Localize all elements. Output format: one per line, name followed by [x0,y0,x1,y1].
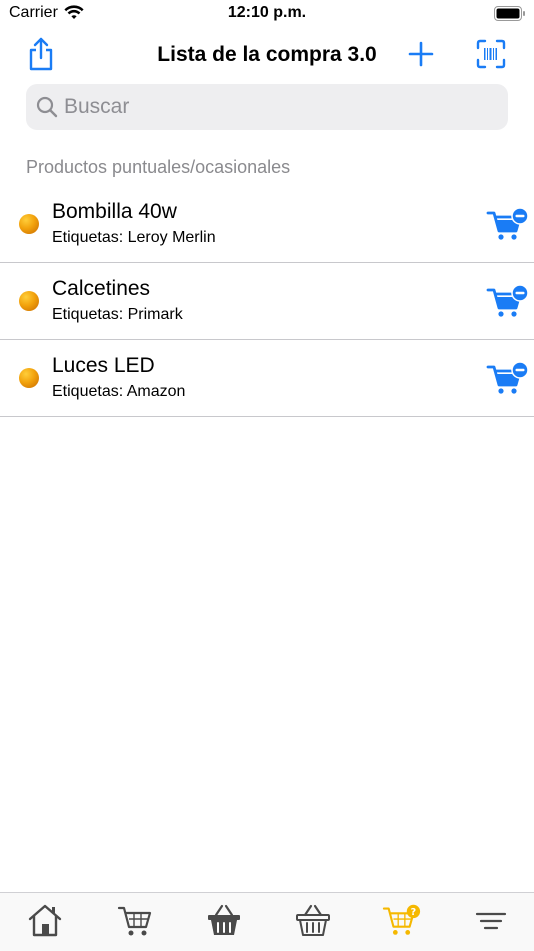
search-input[interactable] [64,84,494,130]
section-header: Productos puntuales/ocasionales [26,157,291,177]
tab-home[interactable] [25,903,65,939]
remove-from-cart-button[interactable] [486,283,530,319]
item-tags: Etiquetas: Primark [52,306,183,323]
list-item[interactable]: Bombilla 40w Etiquetas: Leroy Merlin [0,186,534,263]
status-dot-icon [19,291,39,311]
battery-icon [494,6,526,26]
barcode-scan-button[interactable] [471,34,511,74]
page-title: Lista de la compra 3.0 [157,43,377,66]
status-dot-icon [19,214,39,234]
barcode-scanner-icon [476,39,506,69]
svg-text:?: ? [411,907,417,918]
tab-basket-outline[interactable] [293,903,333,939]
status-time: 12:10 p.m. [227,4,307,21]
basket-outline-icon [296,904,330,936]
remove-from-cart-button[interactable] [486,360,530,396]
cart-icon [117,906,152,936]
menu-icon [475,912,507,930]
status-dot-icon [19,368,39,388]
list-item[interactable]: Luces LED Etiquetas: Amazon [0,340,534,417]
tab-cart[interactable] [115,903,155,939]
cart-remove-icon [486,284,529,317]
tab-basket[interactable] [204,903,244,939]
item-title: Calcetines [52,277,151,300]
item-title: Luces LED [52,354,155,377]
search-icon [36,96,58,123]
cart-question-icon: ? [382,904,421,935]
tab-occasional-cart[interactable]: ? [382,903,422,939]
basket-icon [208,904,240,935]
add-item-button[interactable] [401,34,441,74]
search-bar[interactable] [26,84,508,130]
tab-bar: ? [0,892,534,951]
item-title: Bombilla 40w [52,200,177,223]
status-bar: Carrier 12:10 p.m. [0,0,534,30]
home-icon [28,904,62,937]
tab-menu[interactable] [471,903,511,939]
item-tags: Etiquetas: Leroy Merlin [52,229,216,246]
item-tags: Etiquetas: Amazon [52,383,186,400]
plus-icon [408,41,434,67]
navigation-bar: Lista de la compra 3.0 [0,30,534,80]
cart-remove-icon [486,361,529,394]
product-list: Bombilla 40w Etiquetas: Leroy Merlin Cal… [0,186,534,417]
remove-from-cart-button[interactable] [486,206,530,242]
cart-remove-icon [486,207,529,240]
list-item[interactable]: Calcetines Etiquetas: Primark [0,263,534,340]
